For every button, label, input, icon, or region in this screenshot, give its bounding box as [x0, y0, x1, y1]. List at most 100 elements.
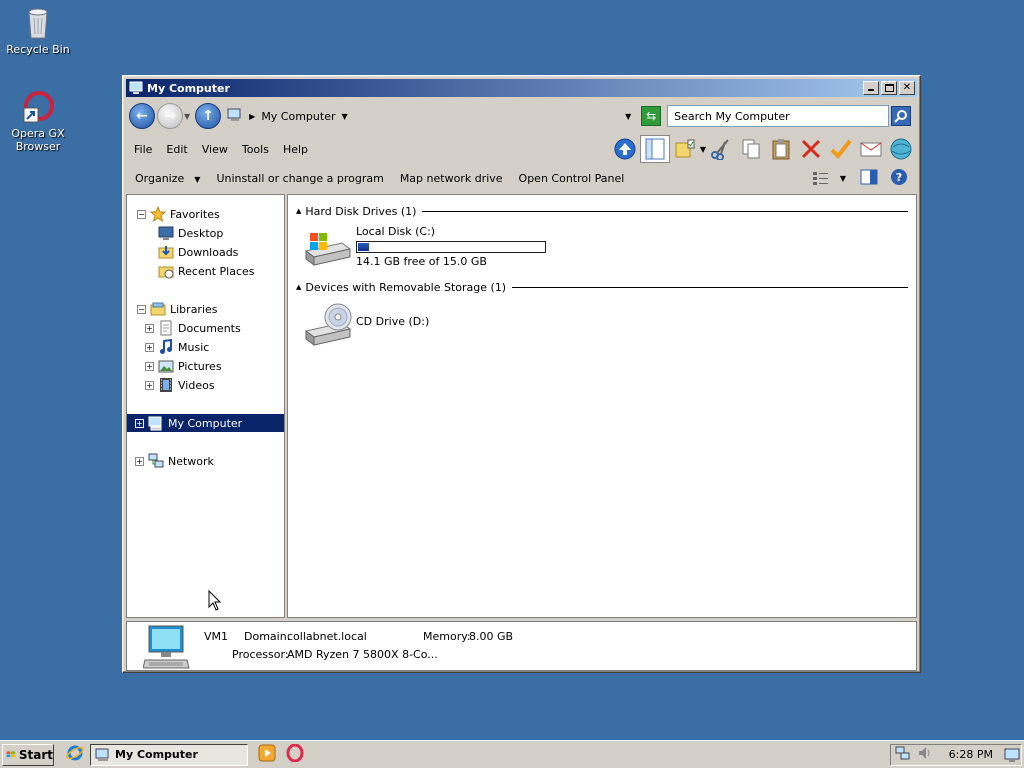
collapse-icon[interactable]: − — [137, 304, 146, 314]
folders-pane-button[interactable] — [639, 135, 670, 163]
processor-value: AMD Ryzen 7 5800X 8-Co... — [287, 648, 438, 661]
properties-button[interactable] — [826, 135, 856, 163]
system-tray: 6:28 PM — [890, 743, 1022, 766]
nav-desktop[interactable]: Desktop — [127, 224, 284, 242]
start-button[interactable]: Start — [2, 743, 54, 766]
nav-favorites[interactable]: − Favorites — [127, 205, 284, 223]
menu-tools[interactable]: Tools — [235, 143, 276, 156]
expand-icon[interactable]: + — [145, 323, 154, 333]
view-dropdown-icon: ▼ — [839, 173, 846, 183]
group-header-removable-storage[interactable]: ▲ Devices with Removable Storage (1) — [296, 279, 908, 295]
expand-icon[interactable]: + — [145, 342, 154, 352]
close-button[interactable]: ✕ — [899, 81, 915, 95]
delete-button[interactable] — [796, 135, 826, 163]
collapse-triangle-icon: ▲ — [296, 207, 302, 215]
open-control-panel-button[interactable]: Open Control Panel — [511, 172, 633, 185]
expand-icon[interactable]: + — [135, 418, 144, 428]
show-desktop-icon[interactable] — [1004, 747, 1020, 766]
paste-button[interactable] — [766, 135, 796, 163]
drive-local-disk-c[interactable]: Local Disk (C:) 14.1 GB free of 15.0 GB — [304, 225, 546, 269]
preview-pane-button[interactable] — [860, 169, 878, 188]
nav-videos[interactable]: + Videos — [127, 376, 284, 394]
expand-icon[interactable]: + — [145, 380, 154, 390]
menu-edit[interactable]: Edit — [159, 143, 194, 156]
nav-documents[interactable]: + Documents — [127, 319, 284, 337]
breadcrumb-separator-icon[interactable]: ▶ — [249, 112, 255, 121]
email-button[interactable] — [856, 135, 886, 163]
copy-button[interactable] — [736, 135, 766, 163]
forward-button[interactable]: → — [157, 103, 183, 129]
drive-cd-d[interactable]: CD Drive (D:) — [304, 303, 429, 347]
nav-my-computer-label: My Computer — [168, 416, 243, 430]
nav-pictures[interactable]: + Pictures — [127, 357, 284, 375]
close-icon: ✕ — [902, 82, 912, 93]
collapse-icon[interactable]: − — [137, 209, 146, 219]
globe-button[interactable] — [886, 135, 916, 163]
breadcrumb-dropdown-icon[interactable]: ▼ — [342, 112, 348, 121]
address-dropdown-icon[interactable]: ▼ — [621, 112, 635, 121]
view-options-button[interactable]: ▼ — [812, 170, 860, 186]
maximize-button[interactable] — [881, 81, 897, 95]
media-player-button[interactable] — [258, 744, 276, 765]
nav-network[interactable]: + Network — [127, 452, 284, 470]
refresh-button[interactable]: ⇆ — [641, 106, 662, 126]
expand-icon[interactable]: + — [135, 456, 144, 466]
volume-icon[interactable] — [917, 745, 933, 764]
group-divider — [512, 286, 908, 288]
search-input[interactable]: Search My Computer — [667, 105, 890, 127]
search-button[interactable] — [891, 106, 912, 126]
help-icon: ? — [891, 168, 907, 185]
minimize-button[interactable] — [863, 81, 879, 95]
organize-label: Organize — [135, 171, 185, 185]
menu-file[interactable]: File — [127, 143, 159, 156]
window-title: My Computer — [147, 81, 230, 95]
up-folder-icon — [614, 138, 636, 160]
network-tray-icon[interactable] — [895, 745, 911, 764]
processor-label: Processor: — [232, 648, 289, 661]
menu-view[interactable]: View — [195, 143, 235, 156]
nav-recent-places[interactable]: Recent Places — [127, 262, 284, 280]
history-dropdown-icon[interactable]: ▼ — [184, 112, 190, 121]
memory-value: 8.00 GB — [469, 630, 514, 643]
breadcrumb-my-computer[interactable]: My Computer — [261, 110, 335, 123]
help-button[interactable]: ? — [890, 168, 908, 189]
cut-button[interactable] — [706, 135, 736, 163]
organize-button[interactable]: Organize ▼ — [127, 172, 208, 185]
windows-flag-icon — [6, 750, 16, 757]
opera-gx-taskbar-button[interactable] — [286, 743, 304, 765]
minimize-icon — [868, 89, 874, 91]
opera-gx-icon — [286, 743, 304, 763]
expand-icon[interactable]: + — [145, 361, 154, 371]
organize-dropdown-icon: ▼ — [194, 174, 201, 184]
desktop-icon-label: Recycle Bin — [6, 43, 70, 56]
recent-places-icon — [158, 263, 174, 279]
nav-desktop-label: Desktop — [178, 226, 224, 240]
maximize-icon — [885, 84, 894, 92]
back-button[interactable]: ← — [129, 103, 155, 129]
up-button[interactable]: ↑ — [195, 103, 222, 129]
workstation-computer-icon — [142, 624, 191, 673]
internet-explorer-button[interactable] — [66, 744, 84, 765]
nav-downloads-label: Downloads — [178, 245, 239, 259]
nav-my-computer[interactable]: + My Computer — [127, 414, 284, 432]
title-bar[interactable]: My Computer ✕ — [126, 79, 917, 97]
nav-downloads[interactable]: Downloads — [127, 243, 284, 261]
desktop-icon-opera-gx[interactable]: Opera GX Browser — [0, 90, 76, 153]
up-folder-button[interactable] — [610, 135, 640, 163]
media-player-icon — [258, 744, 276, 762]
address-row: ← → ▼ ↑ ▶ My Computer ▼ ▼ ⇆ Search My Co… — [127, 100, 916, 132]
nav-libraries[interactable]: − Libraries — [127, 300, 284, 318]
uninstall-program-button[interactable]: Uninstall or change a program — [208, 172, 391, 185]
svg-text:?: ? — [896, 171, 902, 184]
map-network-drive-button[interactable]: Map network drive — [392, 172, 511, 185]
desktop-icon-recycle-bin[interactable]: Recycle Bin — [0, 6, 76, 56]
documents-icon — [158, 320, 174, 336]
favorites-button[interactable] — [670, 135, 700, 163]
menu-help[interactable]: Help — [276, 143, 315, 156]
address-bar[interactable]: ▶ My Computer ▼ ▼ — [225, 105, 636, 127]
clock[interactable]: 6:28 PM — [949, 748, 993, 761]
opera-gx-icon — [22, 90, 54, 124]
group-header-hard-disk-drives[interactable]: ▲ Hard Disk Drives (1) — [296, 203, 908, 219]
nav-music[interactable]: + Music — [127, 338, 284, 356]
taskbar-my-computer[interactable]: My Computer — [90, 743, 248, 766]
